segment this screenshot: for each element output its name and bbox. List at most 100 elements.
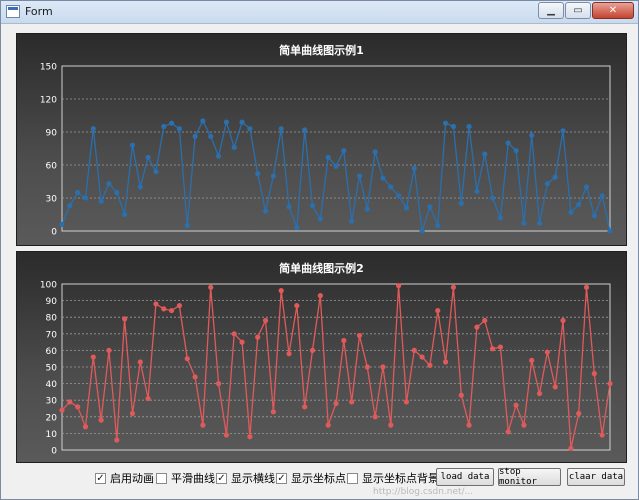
chart-1-data-point [388,184,394,190]
chart-1-data-point [98,198,104,204]
chart-2-data-point [153,301,159,307]
chart-1-data-point [239,119,245,125]
chart-1-data-point [262,208,269,214]
chart-2-y-tick-label: 20 [46,413,58,423]
chart-1-data-point [129,142,136,148]
chart-2-data-point [474,324,480,330]
chart-2-data-point [239,339,245,345]
chart-2-data-point [364,364,370,370]
chart-1-data-point [497,215,503,221]
chart-2-data-point [223,432,229,438]
chart-2-data-point [536,390,543,397]
checkbox-smooth-curve[interactable]: 平滑曲线 [156,470,215,486]
chart-2-y-tick-label: 10 [46,430,58,440]
chart-2-data-point [192,374,198,380]
checkbox-show-points[interactable]: ✓ 显示坐标点 [276,470,346,486]
chart-1-data-point [380,175,386,181]
chart-2-data-point [278,288,284,294]
chart-1-data-point [145,154,151,160]
chart-2-y-tick-label: 60 [46,347,58,357]
chart-2-data-point [122,316,128,322]
chart-2-data-point [513,402,519,408]
chart-2-data-point [497,344,503,350]
chart-1-data-point [411,165,417,171]
chart-2-y-tick-label: 100 [40,281,57,291]
chart-1-y-tick-label: 90 [46,129,58,139]
chart-1-y-tick-label: 150 [40,63,57,73]
chart-2-data-point [583,284,590,290]
chart-2-data-point [372,414,378,420]
clear-data-button[interactable]: claar data [567,468,625,486]
chart-1-data-point [544,181,550,187]
chart-2-data-point [176,302,183,309]
chart-2-data-point [458,392,464,398]
checkbox-box[interactable]: ✓ [95,472,106,484]
chart-2-data-point [106,347,112,353]
checkbox-box[interactable] [156,472,167,484]
chart-2-data-point [435,307,441,314]
checkbox-label: 显示横线 [231,472,275,485]
chart-2-data-point [388,422,394,428]
chart-2-data-point [521,422,527,428]
chart-1-data-point [106,181,112,187]
chart-2-data-point [231,331,237,337]
chart-1-y-tick-label: 30 [46,195,58,205]
chart-2-data-point [568,445,574,451]
chart-2-y-tick-label: 30 [46,397,58,407]
chart-1-data-point [215,153,222,159]
chart-2-y-tick-label: 0 [51,447,57,457]
chart-1-svg: 简单曲线图示例1 0 30 60 90 120 150 [40,43,613,238]
chart-1-data-point [443,120,449,126]
stop-monitor-button[interactable]: stop monitor [498,467,561,487]
chart-1-data-point [521,220,527,226]
minimize-button[interactable]: ▁ [538,2,564,19]
checkbox-label: 平滑曲线 [171,472,215,485]
title-bar[interactable]: Form ▁ ▭ ✕ [1,1,638,24]
chart-2-svg: 简单曲线图示例2 0 10 20 30 40 50 60 70 80 90 100 [40,261,613,457]
chart-1-data-point [286,204,292,210]
chart-1-data-point [75,189,81,196]
watermark: http://blog.csdn.net/... [373,487,474,497]
chart-1-data-point [560,128,566,134]
checkbox-box[interactable]: ✓ [276,472,287,484]
chart-1-data-point [599,193,605,199]
app-icon [6,5,20,18]
checkbox-show-point-bg[interactable]: 显示坐标点背景 [347,470,439,486]
chart-2-data-point [356,332,363,339]
chart-2-data-point [333,400,339,407]
chart-2-data-point [482,317,488,324]
chart-1-y-tick-label: 60 [46,162,58,172]
chart-1-data-point [169,120,175,126]
chart-2-data-point [505,429,511,435]
chart-1-data-point [192,133,198,139]
chart-2-data-point [270,409,276,415]
maximize-button[interactable]: ▭ [565,2,591,19]
chart-2-y-tick-label: 80 [46,314,58,324]
checkbox-enable-animation[interactable]: ✓ 启用动画 [95,470,154,486]
control-bar: ✓ 启用动画 平滑曲线 ✓ 显示横线 ✓ 显示坐标点 显示坐标点背景 load … [1,467,638,489]
app-window: Form ▁ ▭ ✕ 简单曲线图示例1 0 30 60 90 120 150 简单曲线图示例… [0,0,639,500]
chart-1-data-point [364,206,370,212]
checkbox-box[interactable] [347,472,358,484]
close-button[interactable]: ✕ [592,2,634,19]
chart-2-data-point [411,347,417,353]
chart-1-data-point [231,144,237,150]
chart-2-data-point [247,434,253,440]
chart-1-data-point [184,222,190,229]
chart-1-data-point [552,174,558,180]
checkbox-box[interactable]: ✓ [216,472,227,484]
chart-2-data-point [114,437,120,443]
checkbox-show-hline[interactable]: ✓ 显示横线 [216,470,275,486]
load-data-button[interactable]: load data [436,468,494,486]
chart-1-data-point [309,203,316,209]
chart-1-data-point [568,209,574,215]
chart-2-data-point [294,302,300,309]
checkbox-label: 显示坐标点 [291,472,346,485]
chart-1-plot-frame [61,65,611,232]
chart-1-data-point [474,188,480,194]
window-buttons: ▁ ▭ ✕ [537,2,634,19]
chart-2-data-point [59,407,65,413]
chart-1-data-point [427,204,433,210]
chart-2-data-point [341,337,347,344]
chart-2-data-point [82,424,89,430]
